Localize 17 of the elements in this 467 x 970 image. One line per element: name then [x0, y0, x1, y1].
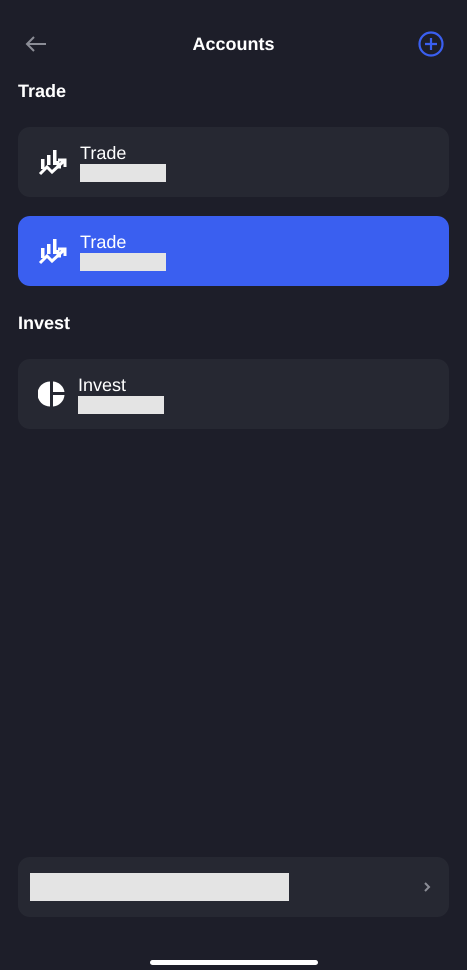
back-arrow-icon [25, 35, 47, 53]
account-card[interactable]: Trade [18, 216, 449, 286]
pie-chart-icon [38, 380, 66, 408]
section-heading: Trade [18, 80, 68, 103]
account-name: Invest [78, 374, 128, 396]
section-heading: Invest [18, 312, 72, 335]
chevron-right-icon [423, 881, 431, 893]
plus-circle-icon [418, 31, 444, 57]
account-card[interactable]: Trade [18, 127, 449, 197]
bottom-card[interactable] [18, 857, 449, 917]
account-name: Trade [80, 231, 128, 253]
chart-icon [38, 236, 68, 266]
account-card[interactable]: Invest [18, 359, 449, 429]
account-name: Trade [80, 142, 128, 164]
chart-icon [38, 147, 68, 177]
page-title: Accounts [192, 32, 274, 56]
add-button[interactable] [416, 30, 445, 58]
